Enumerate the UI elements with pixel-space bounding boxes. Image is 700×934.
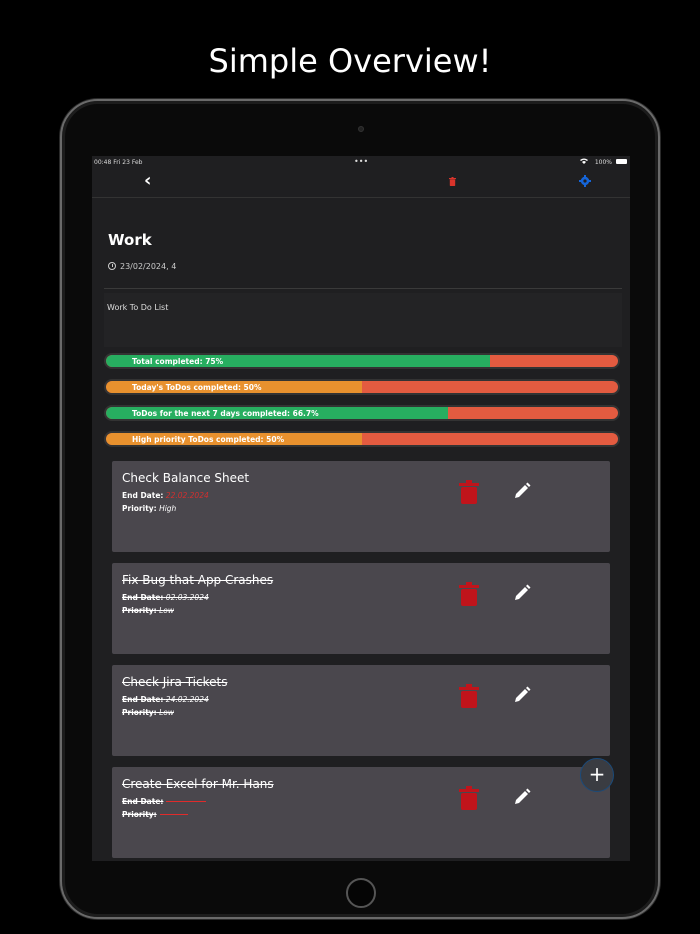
divider — [104, 288, 622, 289]
todo-end-date-value — [166, 801, 207, 802]
todo-card[interactable]: Check Jira Tickets End Date: 24.02.2024 … — [112, 665, 610, 756]
todo-card[interactable]: Check Balance Sheet End Date: 22.02.2024… — [112, 461, 610, 552]
status-date: Fri 23 Feb — [113, 159, 143, 166]
camera — [358, 126, 364, 132]
todo-title: Fix Bug that App Crashes — [122, 573, 274, 587]
trash-icon[interactable] — [459, 582, 479, 606]
battery-icon — [616, 159, 627, 164]
todo-priority: Priority: Low — [122, 708, 174, 717]
headline: Simple Overview! — [208, 42, 492, 80]
todo-priority-value: Low — [159, 606, 174, 615]
nav-bar: ‹ — [92, 170, 630, 198]
progress-high-priority-label: High priority ToDos completed: 50% — [132, 435, 285, 444]
todo-end-date-value: 24.02.2024 — [165, 695, 209, 704]
home-button[interactable] — [346, 878, 376, 908]
list-description: Work To Do List — [107, 303, 169, 312]
pencil-icon[interactable] — [512, 583, 532, 603]
add-todo-button[interactable]: + — [580, 758, 614, 792]
todo-end-date: End Date: — [122, 797, 207, 806]
chevron-left-icon[interactable]: ‹ — [144, 170, 151, 191]
todo-priority: Priority: Low — [122, 606, 174, 615]
list-date-text: 23/02/2024, 4 — [120, 262, 177, 271]
todo-card[interactable]: Fix Bug that App Crashes End Date: 02.03… — [112, 563, 610, 654]
todo-card[interactable]: Create Excel for Mr. Hans End Date: Prio… — [112, 767, 610, 858]
battery-percent: 100% — [594, 159, 612, 166]
wifi-icon — [580, 158, 588, 166]
list-description-box: Work To Do List — [104, 293, 622, 347]
status-time: 00:48 — [94, 159, 112, 166]
progress-total: Total completed: 75% — [104, 353, 620, 369]
ipad-frame: 00:48 Fri 23 Feb ••• 100% ‹ Work 23/02/2… — [60, 99, 660, 919]
todo-title: Check Balance Sheet — [122, 471, 250, 485]
list-date: 23/02/2024, 4 — [108, 262, 176, 271]
todo-priority: Priority: High — [122, 504, 177, 513]
todo-title: Check Jira Tickets — [122, 675, 228, 689]
trash-icon[interactable] — [459, 786, 479, 810]
status-bar: 00:48 Fri 23 Feb ••• 100% — [92, 156, 630, 170]
trash-icon[interactable] — [459, 480, 479, 504]
list-title: Work — [108, 231, 152, 249]
todo-priority-value — [159, 814, 188, 815]
multitasking-dots[interactable]: ••• — [354, 157, 368, 166]
todo-priority: Priority: — [122, 810, 188, 819]
todo-priority-value: Low — [159, 708, 174, 717]
pencil-icon[interactable] — [512, 787, 532, 807]
app-screen: 00:48 Fri 23 Feb ••• 100% ‹ Work 23/02/2… — [92, 156, 630, 861]
progress-next7days: ToDos for the next 7 days completed: 66.… — [104, 405, 620, 421]
todo-end-date-value: 22.02.2024 — [165, 491, 209, 500]
progress-today-label: Today's ToDos completed: 50% — [132, 383, 262, 392]
progress-high-priority: High priority ToDos completed: 50% — [104, 431, 620, 447]
todo-end-date-value: 02.03.2024 — [165, 593, 209, 602]
todo-title: Create Excel for Mr. Hans — [122, 777, 274, 791]
clock-icon — [108, 262, 116, 270]
trash-icon[interactable] — [449, 177, 456, 186]
todo-end-date: End Date: 22.02.2024 — [122, 491, 209, 500]
gear-icon[interactable] — [579, 175, 591, 187]
progress-total-label: Total completed: 75% — [132, 357, 224, 366]
pencil-icon[interactable] — [512, 685, 532, 705]
pencil-icon[interactable] — [512, 481, 532, 501]
progress-today: Today's ToDos completed: 50% — [104, 379, 620, 395]
todo-end-date: End Date: 02.03.2024 — [122, 593, 209, 602]
todo-priority-value: High — [159, 504, 177, 513]
progress-next7days-label: ToDos for the next 7 days completed: 66.… — [132, 409, 319, 418]
trash-icon[interactable] — [459, 684, 479, 708]
todo-end-date: End Date: 24.02.2024 — [122, 695, 209, 704]
